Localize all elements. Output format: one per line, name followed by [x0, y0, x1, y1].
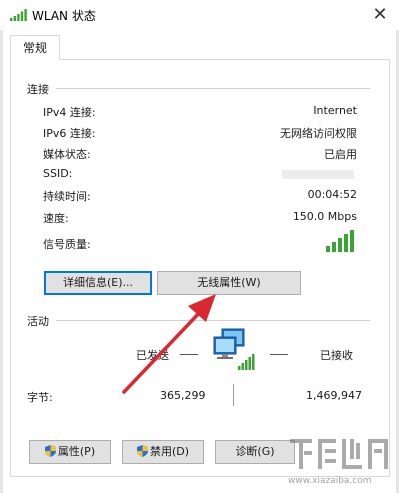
left-window-edge	[0, 0, 3, 493]
watermark: www.xiazaiba.com	[288, 433, 392, 489]
speed-value: 150.0 Mbps	[292, 210, 357, 223]
media-state-label: 媒体状态:	[43, 148, 91, 161]
disable-button[interactable]: 禁用(D)	[122, 440, 204, 464]
red-annotation-arrow	[122, 294, 216, 394]
duration-label: 持续时间:	[43, 190, 91, 203]
close-button[interactable]: ✕	[368, 3, 392, 27]
bytes-label: 字节:	[27, 391, 53, 404]
signal-quality-label: 信号质量:	[43, 238, 91, 251]
ipv4-label: IPv4 连接:	[43, 106, 96, 119]
general-panel	[10, 59, 390, 477]
duration-value: 00:04:52	[307, 188, 357, 201]
received-label: 已接收	[320, 349, 353, 362]
wifi-signal-icon	[10, 9, 27, 21]
ipv4-value: Internet	[313, 104, 357, 117]
title-bar: WLAN 状态 ✕	[0, 0, 399, 30]
activity-section-label: 活动	[27, 315, 49, 328]
ipv6-value: 无网络访问权限	[280, 127, 357, 140]
properties-button[interactable]: 属性(P)	[29, 440, 111, 464]
watermark-url: www.xiazaiba.com	[288, 476, 372, 486]
received-dash	[270, 354, 288, 355]
speed-label: 速度:	[43, 212, 69, 225]
media-state-value: 已启用	[324, 148, 357, 161]
ipv6-label: IPv6 连接:	[43, 127, 96, 140]
bytes-received-value: 1,469,947	[306, 389, 362, 402]
diagnose-button[interactable]: 诊断(G)	[215, 440, 295, 464]
shield-icon	[136, 445, 148, 457]
connection-section-label: 连接	[27, 83, 49, 96]
properties-button-label: 属性(P)	[57, 445, 96, 458]
ssid-value-blurred	[282, 170, 354, 179]
download-site-logo	[290, 439, 388, 469]
ssid-label: SSID:	[43, 167, 73, 180]
connection-divider	[56, 88, 370, 89]
disable-button-label: 禁用(D)	[149, 445, 190, 458]
signal-strength-icon	[326, 230, 354, 252]
tab-general[interactable]: 常规	[10, 35, 60, 60]
window-title: WLAN 状态	[32, 9, 96, 23]
bytes-divider	[233, 384, 234, 406]
shield-icon	[44, 445, 56, 457]
